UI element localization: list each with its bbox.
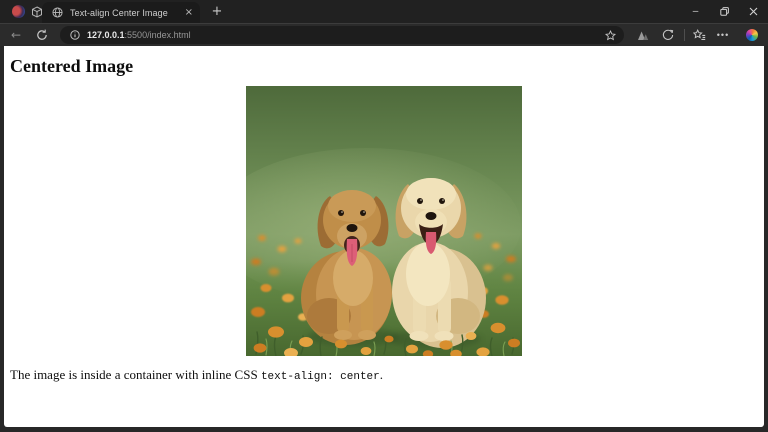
caption-text: The image is inside a container with inl… — [10, 367, 764, 383]
puppies-image — [246, 86, 522, 356]
url-path: :5500/index.html — [125, 30, 191, 40]
browser-tab[interactable]: Text-align Center Image × — [42, 2, 200, 23]
favorites-list-icon[interactable] — [690, 24, 708, 46]
browser-window: Text-align Center Image × + – ← — [0, 0, 768, 432]
close-window-button[interactable] — [739, 0, 768, 23]
caption-before: The image is inside a container with inl… — [10, 367, 261, 382]
globe-favicon-icon — [52, 7, 63, 18]
url-text: 127.0.0.1:5500/index.html — [87, 30, 191, 40]
tab-strip: Text-align Center Image × + – — [0, 0, 768, 23]
page-viewport: Centered Image — [4, 46, 764, 427]
toolbar-divider — [684, 29, 685, 41]
navigation-bar: ← 127.0.0.1:5500/index.html — [0, 24, 768, 46]
browser-essentials-icon[interactable] — [634, 24, 652, 46]
restore-button[interactable] — [710, 0, 739, 23]
url-host: 127.0.0.1 — [87, 30, 125, 40]
minimize-button[interactable]: – — [681, 0, 710, 23]
add-favorite-star-icon[interactable] — [605, 30, 616, 41]
new-tab-button[interactable]: + — [208, 3, 226, 21]
image-container — [4, 86, 764, 356]
caption-code: text-align: center — [261, 371, 380, 383]
collections-icon[interactable] — [659, 24, 677, 46]
site-info-icon[interactable] — [70, 30, 80, 40]
copilot-icon[interactable] — [742, 24, 762, 46]
tab-title: Text-align Center Image — [70, 8, 179, 18]
window-controls: – — [681, 0, 768, 23]
reload-button[interactable] — [32, 24, 52, 46]
settings-more-icon[interactable]: ••• — [714, 24, 732, 46]
address-bar[interactable]: 127.0.0.1:5500/index.html — [60, 26, 624, 44]
back-button[interactable]: ← — [6, 24, 26, 46]
tab-close-icon[interactable]: × — [185, 8, 193, 18]
profile-avatar[interactable] — [12, 5, 25, 18]
caption-after: . — [380, 367, 383, 382]
page-title: Centered Image — [10, 56, 764, 77]
